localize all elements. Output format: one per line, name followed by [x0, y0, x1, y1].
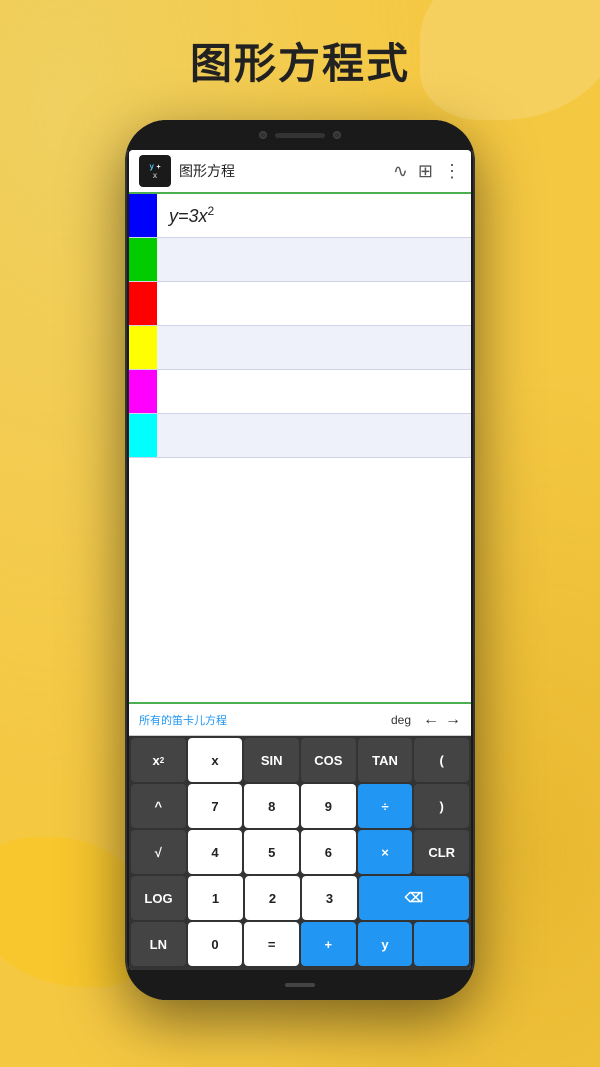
key-8[interactable]: 8	[244, 784, 299, 828]
logo-plus: +	[156, 164, 160, 171]
key-7[interactable]: 7	[188, 784, 243, 828]
key-divide[interactable]: ÷	[358, 784, 413, 828]
calculator-keyboard: x2 x SIN COS TAN ( ^ 7 8 9 ÷ )	[129, 736, 471, 970]
key-caret[interactable]: ^	[131, 784, 186, 828]
deg-label[interactable]: deg	[391, 713, 411, 727]
equation-list: y=3x2	[129, 194, 471, 458]
key-6[interactable]: 6	[301, 830, 356, 874]
arrow-left-button[interactable]: ←	[423, 711, 439, 729]
front-camera	[259, 131, 267, 139]
key-x-squared[interactable]: x2	[131, 738, 186, 782]
kb-row-5: LN 0 = + y	[131, 922, 469, 966]
key-x[interactable]: x	[188, 738, 243, 782]
cartesian-label[interactable]: 所有的笛卡儿方程	[139, 712, 379, 728]
kb-row-3: √ 4 5 6 × CLR	[131, 830, 469, 874]
kb-row-1: x2 x SIN COS TAN (	[131, 738, 469, 782]
key-multiply[interactable]: ×	[358, 830, 413, 874]
key-0[interactable]: 0	[188, 922, 243, 966]
key-9[interactable]: 9	[301, 784, 356, 828]
phone-top-bar	[125, 120, 475, 150]
equation-area: y=3x2	[129, 194, 471, 702]
color-swatch-yellow	[129, 326, 157, 369]
equation-row-5[interactable]	[129, 370, 471, 414]
equation-row-6[interactable]	[129, 414, 471, 458]
key-clr[interactable]: CLR	[414, 830, 469, 874]
key-tan[interactable]: TAN	[358, 738, 413, 782]
color-swatch-magenta	[129, 370, 157, 413]
key-plus[interactable]: +	[301, 922, 356, 966]
app-title: 图形方程	[179, 161, 393, 181]
key-4[interactable]: 4	[188, 830, 243, 874]
app-logo: y + x	[139, 155, 171, 187]
key-extra[interactable]	[414, 922, 469, 966]
bottom-nav-bar: 所有的笛卡儿方程 deg ← →	[129, 702, 471, 736]
phone-bottom-bar	[125, 970, 475, 1000]
front-sensor	[333, 131, 341, 139]
key-equals[interactable]: =	[244, 922, 299, 966]
phone-screen: y + x 图形方程 ∿ ⊞ ⋮ y=3x2	[129, 150, 471, 970]
key-cos[interactable]: COS	[301, 738, 356, 782]
color-swatch-red	[129, 282, 157, 325]
app-header-icons: ∿ ⊞ ⋮	[393, 161, 461, 182]
key-ln[interactable]: LN	[131, 922, 186, 966]
logo-y: y	[149, 162, 153, 171]
key-backspace[interactable]: ⌫	[359, 876, 469, 920]
equation-row-3[interactable]	[129, 282, 471, 326]
key-sin[interactable]: SIN	[244, 738, 299, 782]
phone-frame: y + x 图形方程 ∿ ⊞ ⋮ y=3x2	[125, 120, 475, 1000]
phone-speaker	[275, 133, 325, 138]
key-sqrt[interactable]: √	[131, 830, 186, 874]
logo-x: x	[153, 171, 157, 180]
key-log[interactable]: LOG	[131, 876, 186, 920]
key-3[interactable]: 3	[302, 876, 357, 920]
key-close-paren[interactable]: )	[414, 784, 469, 828]
app-header: y + x 图形方程 ∿ ⊞ ⋮	[129, 150, 471, 194]
color-swatch-green	[129, 238, 157, 281]
more-icon[interactable]: ⋮	[443, 161, 461, 182]
key-1[interactable]: 1	[188, 876, 243, 920]
kb-row-2: ^ 7 8 9 ÷ )	[131, 784, 469, 828]
wave-icon[interactable]: ∿	[393, 161, 408, 182]
phone-home-indicator	[285, 983, 315, 987]
grid-icon[interactable]: ⊞	[418, 161, 433, 182]
equation-text-1: y=3x2	[157, 204, 214, 227]
arrow-right-button[interactable]: →	[445, 711, 461, 729]
equation-row-2[interactable]	[129, 238, 471, 282]
key-y[interactable]: y	[358, 922, 413, 966]
key-2[interactable]: 2	[245, 876, 300, 920]
equation-row-1[interactable]: y=3x2	[129, 194, 471, 238]
color-swatch-blue	[129, 194, 157, 237]
equation-row-4[interactable]	[129, 326, 471, 370]
color-swatch-cyan	[129, 414, 157, 457]
kb-row-4: LOG 1 2 3 ⌫	[131, 876, 469, 920]
key-5[interactable]: 5	[244, 830, 299, 874]
key-open-paren[interactable]: (	[414, 738, 469, 782]
